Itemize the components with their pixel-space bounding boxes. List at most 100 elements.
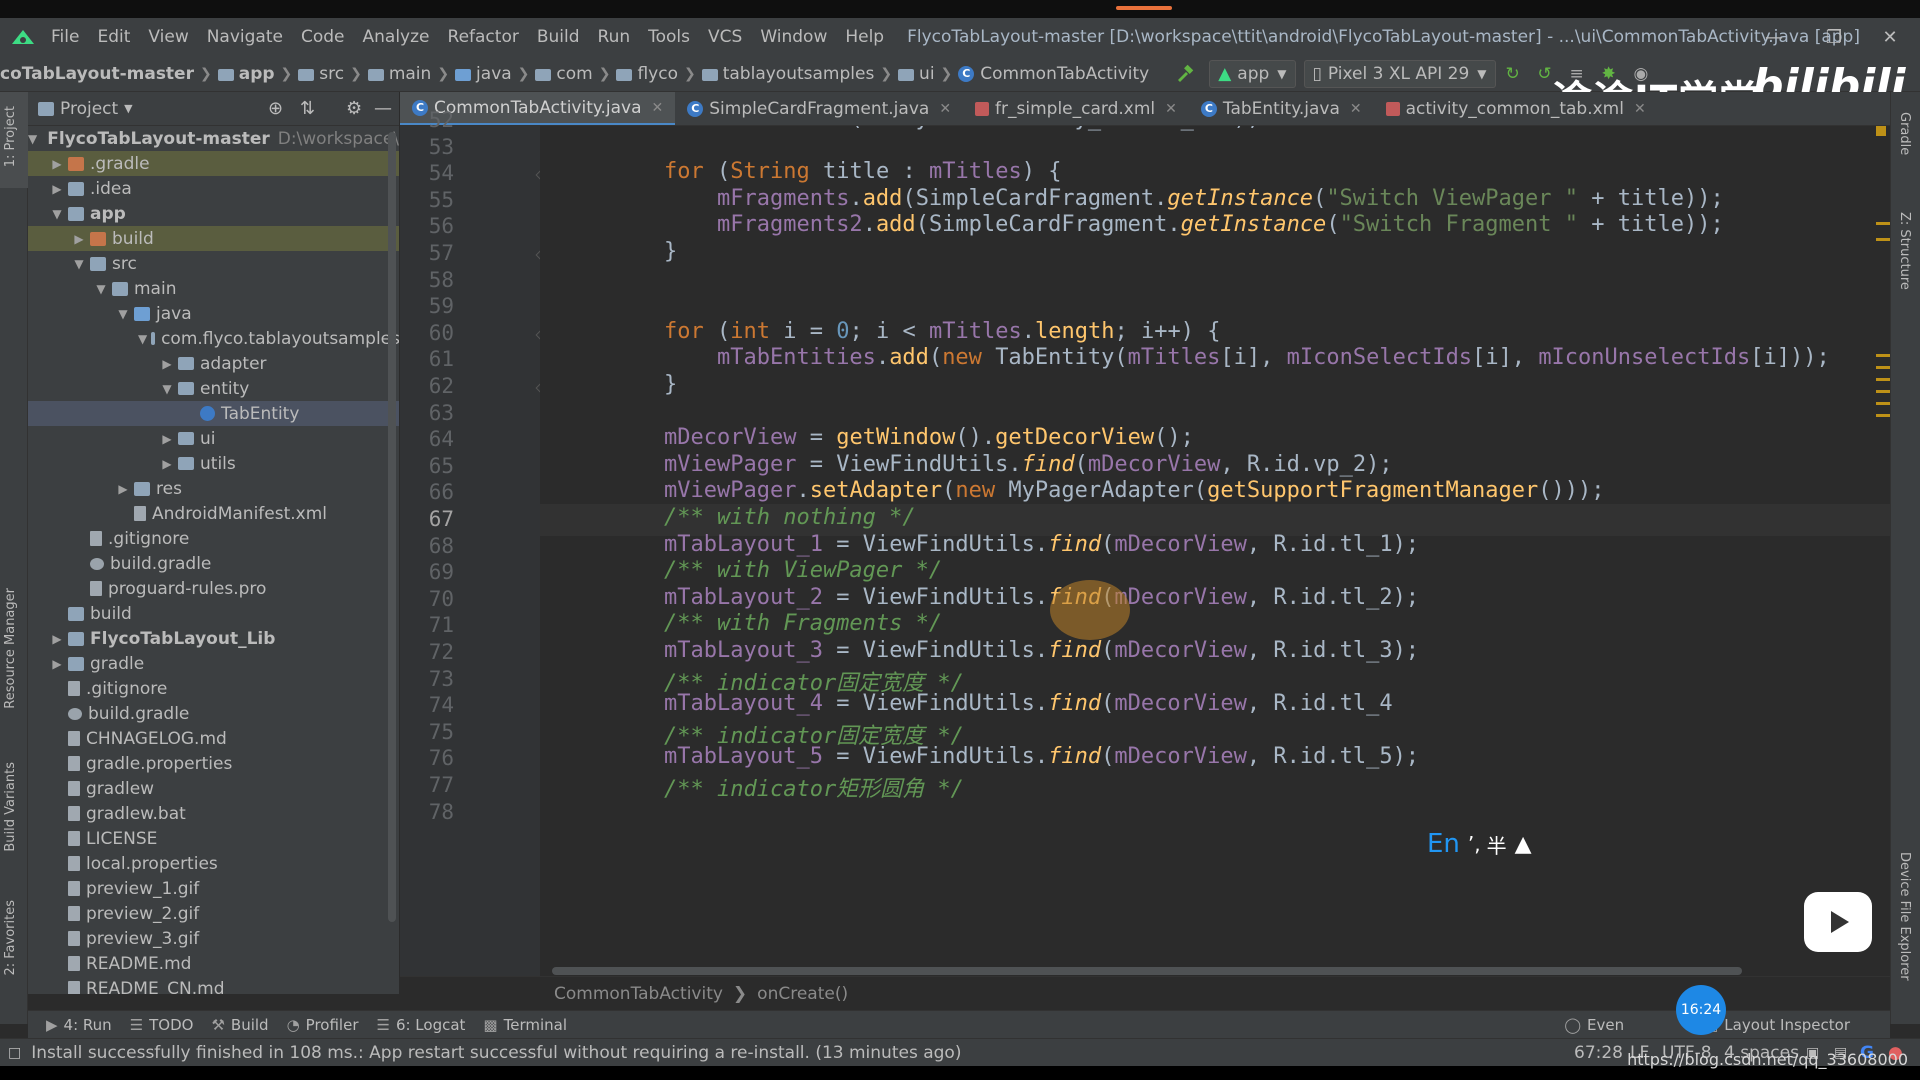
breadcrumb-class[interactable]: CommonTabActivity (554, 984, 723, 1004)
tree-item[interactable]: ▶ .gradle (28, 151, 399, 176)
warning-marker[interactable] (1876, 390, 1890, 393)
tool-tab-run[interactable]: ▶ 4: Run (46, 1016, 112, 1034)
menu-window[interactable]: Window (751, 27, 836, 47)
code-line[interactable]: mTabLayout_2 = ViewFindUtils.find(mDecor… (664, 585, 1419, 610)
tree-item[interactable]: ▶ build (28, 226, 399, 251)
tree-item[interactable]: .gitignore (28, 526, 399, 551)
chevron-right-icon[interactable]: ▶ (50, 157, 64, 171)
menu-file[interactable]: File (42, 27, 88, 47)
code-line[interactable]: mTabLayout_5 = ViewFindUtils.find(mDecor… (664, 744, 1419, 769)
tree-item[interactable]: gradlew (28, 776, 399, 801)
chevron-down-icon[interactable]: ▼ (50, 207, 64, 221)
menu-navigate[interactable]: Navigate (198, 27, 292, 47)
tab-simplecardfragment[interactable]: C SimpleCardFragment.java ✕ (675, 92, 963, 125)
crumb-main[interactable]: main ❯ (367, 64, 455, 84)
warning-marker[interactable] (1876, 238, 1890, 241)
tree-item[interactable]: ▶ res (28, 476, 399, 501)
crumb-flyco[interactable]: flyco ❯ (616, 64, 701, 84)
tree-item[interactable]: preview_2.gif (28, 901, 399, 926)
close-tab-icon[interactable]: ✕ (1350, 101, 1362, 117)
tree-item[interactable]: ▶ gradle (28, 651, 399, 676)
tree-item[interactable]: ▶ adapter (28, 351, 399, 376)
chevron-right-icon[interactable]: ▶ (160, 457, 174, 471)
device-dropdown[interactable]: ▯ Pixel 3 XL API 29 ▼ (1303, 59, 1496, 88)
warning-marker[interactable] (1876, 222, 1890, 225)
crumb-project[interactable]: coTabLayout-master ❯ (0, 64, 218, 84)
code-line[interactable]: /** with Fragments */ (664, 611, 942, 636)
chevron-right-icon[interactable]: ▶ (116, 482, 130, 496)
code-line[interactable]: mFragments2.add(SimpleCardFragment.getIn… (664, 212, 1724, 237)
code-line[interactable]: mViewPager.setAdapter(new MyPagerAdapter… (664, 478, 1604, 503)
code-line[interactable]: /** with nothing */ (664, 505, 916, 530)
tree-item[interactable]: ▼ src (28, 251, 399, 276)
menu-edit[interactable]: Edit (88, 27, 139, 47)
horizontal-scrollbar[interactable] (552, 967, 1742, 975)
collapse-icon[interactable]: ⇅ (300, 98, 315, 119)
tool-tab-build[interactable]: ⚒ Build (211, 1016, 268, 1034)
hide-icon[interactable]: — (374, 98, 392, 119)
tree-item[interactable]: TabEntity (28, 401, 399, 426)
tree-item[interactable]: ▼ main (28, 276, 399, 301)
tree-item[interactable]: ▼ app (28, 201, 399, 226)
close-tab-icon[interactable]: ✕ (1165, 101, 1177, 117)
code-line[interactable]: mTabLayout_3 = ViewFindUtils.find(mDecor… (664, 638, 1419, 663)
gear-icon[interactable]: ⚙ (346, 98, 362, 119)
tree-item[interactable]: ▼ java (28, 301, 399, 326)
crumb-ui[interactable]: ui ❯ (898, 64, 958, 84)
tree-item[interactable]: ▼ com.flyco.tablayoutsamples (28, 326, 399, 351)
tool-tab-favorites[interactable]: 2: Favorites (3, 900, 18, 976)
chevron-down-icon[interactable]: ▼ (94, 282, 108, 296)
tool-tab-profiler[interactable]: ◔ Profiler (287, 1016, 359, 1034)
crumb-com[interactable]: com ❯ (535, 64, 616, 84)
tree-item[interactable]: local.properties (28, 851, 399, 876)
tab-fr-simple-card[interactable]: fr_simple_card.xml ✕ (963, 92, 1189, 125)
chevron-down-icon[interactable]: ▼ (124, 102, 132, 115)
menu-view[interactable]: View (139, 27, 197, 47)
video-play-icon[interactable] (1804, 892, 1872, 952)
tree-item[interactable]: README_CN.md (28, 976, 399, 994)
close-tab-icon[interactable]: ✕ (939, 101, 951, 117)
crumb-src[interactable]: src ❯ (298, 64, 368, 84)
warning-marker[interactable] (1876, 414, 1890, 417)
tool-tab-terminal[interactable]: ▩ Terminal (483, 1016, 567, 1034)
chevron-right-icon[interactable]: ▶ (160, 432, 174, 446)
tree-item[interactable]: ▶ ui (28, 426, 399, 451)
crumb-java[interactable]: java ❯ (455, 64, 535, 84)
code-line[interactable]: for (int i = 0; i < mTitles.length; i++)… (664, 319, 1220, 344)
menu-build[interactable]: Build (528, 27, 589, 47)
menu-analyze[interactable]: Analyze (354, 27, 439, 47)
hammer-icon[interactable] (1175, 64, 1195, 84)
close-button[interactable]: ✕ (1860, 18, 1920, 56)
locate-icon[interactable]: ⊕ (268, 98, 283, 119)
project-view-dropdown[interactable]: Project (60, 99, 118, 119)
tree-item[interactable]: AndroidManifest.xml (28, 501, 399, 526)
tool-tab-structure[interactable]: Z: Structure (1897, 212, 1912, 290)
crumb-class[interactable]: C CommonTabActivity (958, 64, 1149, 84)
crumb-tablayoutsamples[interactable]: tablayoutsamples ❯ (701, 64, 898, 84)
warning-marker[interactable] (1876, 378, 1890, 381)
tab-activity-common-tab[interactable]: activity_common_tab.xml ✕ (1374, 92, 1658, 125)
chevron-down-icon[interactable]: ▼ (160, 382, 174, 396)
tree-item[interactable]: gradle.properties (28, 751, 399, 776)
tree-item[interactable]: gradlew.bat (28, 801, 399, 826)
tree-item[interactable]: .gitignore (28, 676, 399, 701)
tool-tab-todo[interactable]: ☰ TODO (130, 1016, 194, 1034)
code-line[interactable]: } (664, 372, 677, 397)
menu-tools[interactable]: Tools (639, 27, 699, 47)
tree-item[interactable]: ▶ FlycoTabLayout_Lib (28, 626, 399, 651)
code-line[interactable]: for (String title : mTitles) { (664, 159, 1061, 184)
apply-changes-icon[interactable]: ↻ (1506, 64, 1526, 84)
menu-run[interactable]: Run (589, 27, 640, 47)
chevron-down-icon[interactable]: ▼ (138, 332, 147, 346)
tool-tab-resource-manager[interactable]: Resource Manager (3, 588, 18, 709)
tree-item[interactable]: ▼ entity (28, 376, 399, 401)
tree-item[interactable]: preview_1.gif (28, 876, 399, 901)
tree-item[interactable]: LICENSE (28, 826, 399, 851)
tree-item[interactable]: build.gradle (28, 701, 399, 726)
crumb-app[interactable]: app ❯ (217, 64, 299, 84)
close-tab-icon[interactable]: ✕ (1634, 101, 1646, 117)
project-scrollbar[interactable] (388, 132, 396, 922)
code-line[interactable]: mTabLayout_4 = ViewFindUtils.find(mDecor… (664, 691, 1393, 716)
warning-marker[interactable] (1876, 366, 1890, 369)
tree-item[interactable]: ▶ utils (28, 451, 399, 476)
